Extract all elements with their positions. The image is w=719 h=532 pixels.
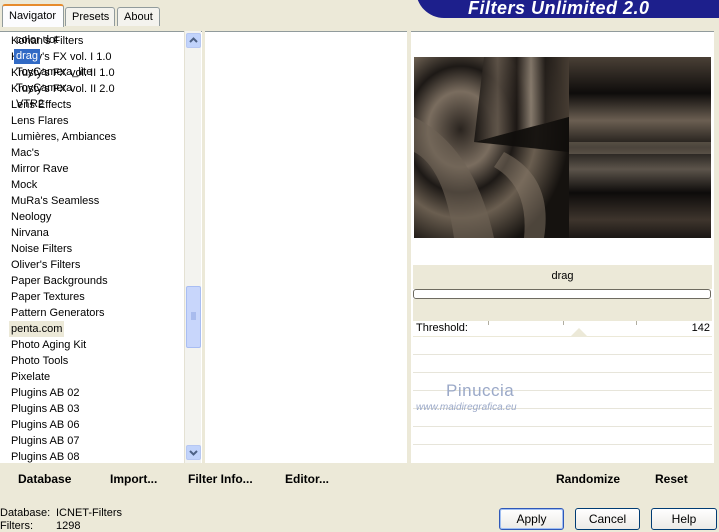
category-item[interactable]: Paper Backgrounds: [11, 273, 108, 289]
cancel-button[interactable]: Cancel: [575, 508, 640, 530]
progress-bar: [413, 289, 711, 299]
category-item[interactable]: Paper Textures: [11, 289, 85, 305]
category-scrollbar[interactable]: [184, 31, 201, 463]
category-item[interactable]: Plugins AB 08: [11, 449, 80, 465]
status-filters-value: 1298: [56, 520, 81, 532]
category-item[interactable]: Plugins AB 07: [11, 433, 80, 449]
preview-filter-name: drag: [551, 270, 574, 282]
param-row-divider: [413, 426, 712, 427]
category-item[interactable]: Mirror Rave: [11, 161, 68, 177]
tab-presets[interactable]: Presets: [65, 7, 115, 26]
threshold-label: Threshold:: [416, 322, 468, 334]
preview-image: [414, 57, 711, 238]
status-database-value: ICNET-Filters: [56, 507, 122, 519]
import-button[interactable]: Import...: [110, 472, 157, 486]
filter-list[interactable]: [205, 31, 407, 463]
scroll-up-button[interactable]: [186, 33, 201, 48]
watermark-url: www.maidiregrafica.eu: [416, 402, 517, 413]
scroll-down-button[interactable]: [186, 445, 201, 460]
category-item[interactable]: Plugins AB 03: [11, 401, 80, 417]
grip-icon: [191, 312, 196, 320]
filter-item[interactable]: VTR2: [14, 97, 46, 112]
category-item[interactable]: Photo Tools: [11, 353, 68, 369]
category-item[interactable]: MuRa's Seamless: [11, 193, 99, 209]
threshold-value: 142: [691, 322, 710, 334]
slider-tick: [488, 321, 489, 325]
filter-item[interactable]: ToyCamera_lite: [14, 65, 94, 80]
category-item[interactable]: Lens Flares: [11, 113, 68, 129]
param-divider: [413, 336, 712, 337]
slider-tick: [563, 321, 564, 325]
database-button[interactable]: Database: [18, 472, 71, 486]
tab-about[interactable]: About: [117, 7, 160, 26]
category-item[interactable]: Nirvana: [11, 225, 49, 241]
slider-tick: [636, 321, 637, 325]
filter-info-button[interactable]: Filter Info...: [188, 472, 253, 486]
category-item[interactable]: Pixelate: [11, 369, 50, 385]
scroll-thumb[interactable]: [186, 286, 201, 348]
category-item[interactable]: Lumières, Ambiances: [11, 129, 116, 145]
category-item[interactable]: Oliver's Filters: [11, 257, 80, 273]
help-button[interactable]: Help: [651, 508, 717, 530]
filter-item[interactable]: drag: [14, 49, 41, 64]
status-database-label: Database:: [0, 507, 51, 519]
category-item[interactable]: Mock: [11, 177, 37, 193]
watermark-name: Pinuccia: [446, 381, 515, 400]
filter-item[interactable]: ToyCamera: [14, 81, 74, 96]
chevron-down-icon: [189, 450, 198, 456]
status-filters-label: Filters:: [0, 520, 33, 532]
filter-item[interactable]: color dot: [14, 33, 60, 48]
category-item[interactable]: Neology: [11, 209, 51, 225]
tab-navigator[interactable]: Navigator: [2, 4, 64, 27]
category-item[interactable]: penta.com: [9, 321, 65, 337]
apply-button[interactable]: Apply: [499, 508, 564, 530]
category-item[interactable]: Noise Filters: [11, 241, 72, 257]
category-item[interactable]: Plugins AB 06: [11, 417, 80, 433]
param-row-divider: [413, 444, 712, 445]
category-item[interactable]: Plugins AB 02: [11, 385, 80, 401]
randomize-button[interactable]: Randomize: [556, 472, 620, 486]
chevron-up-icon: [189, 37, 198, 43]
progress-area: [413, 299, 712, 321]
category-item[interactable]: Photo Aging Kit: [11, 337, 86, 353]
category-item[interactable]: Mac's: [11, 145, 39, 161]
slider-thumb[interactable]: [571, 328, 587, 336]
editor-button[interactable]: Editor...: [285, 472, 329, 486]
reset-button[interactable]: Reset: [655, 472, 688, 486]
category-item[interactable]: Pattern Generators: [11, 305, 105, 321]
param-row-divider: [413, 354, 712, 355]
param-row-divider: [413, 372, 712, 373]
brand-title: Filters Unlimited 2.0: [416, 0, 719, 18]
